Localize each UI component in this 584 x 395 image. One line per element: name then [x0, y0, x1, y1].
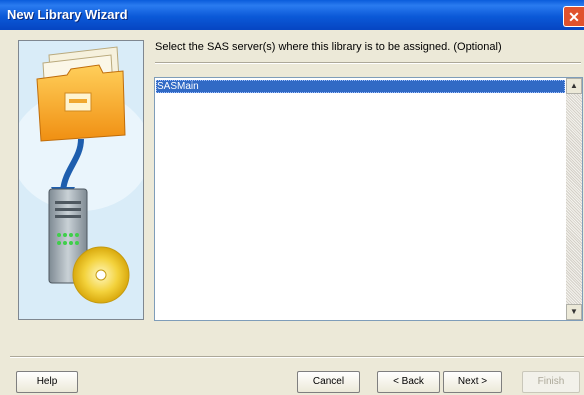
server-list-item[interactable]: SASMain [156, 80, 565, 93]
arrow-down-icon: ▼ [570, 307, 578, 316]
window-title: New Library Wizard [7, 7, 128, 22]
folder-icon [36, 46, 126, 142]
folder-to-server-illustration [19, 41, 143, 319]
close-button[interactable]: ✕ [563, 6, 584, 27]
title-bar[interactable]: New Library Wizard ✕ [0, 0, 584, 30]
cd-disc-icon [72, 246, 130, 304]
help-button[interactable]: Help [16, 371, 78, 393]
back-button[interactable]: < Back [377, 371, 440, 393]
footer-divider [10, 356, 584, 358]
close-icon: ✕ [568, 9, 580, 25]
wizard-illustration [18, 40, 144, 320]
arrow-up-icon: ▲ [570, 81, 578, 90]
scroll-down-button[interactable]: ▼ [566, 304, 582, 320]
finish-button[interactable]: Finish [522, 371, 580, 393]
cancel-button[interactable]: Cancel [297, 371, 360, 393]
wizard-window: New Library Wizard ✕ Select the SAS serv… [0, 0, 584, 395]
header-divider [155, 62, 581, 64]
server-listbox[interactable]: SASMain ▲ ▼ [154, 77, 583, 321]
vertical-scrollbar[interactable]: ▲ ▼ [566, 78, 582, 320]
scroll-up-button[interactable]: ▲ [566, 78, 582, 94]
instruction-text: Select the SAS server(s) where this libr… [155, 41, 502, 53]
next-button[interactable]: Next > [443, 371, 502, 393]
